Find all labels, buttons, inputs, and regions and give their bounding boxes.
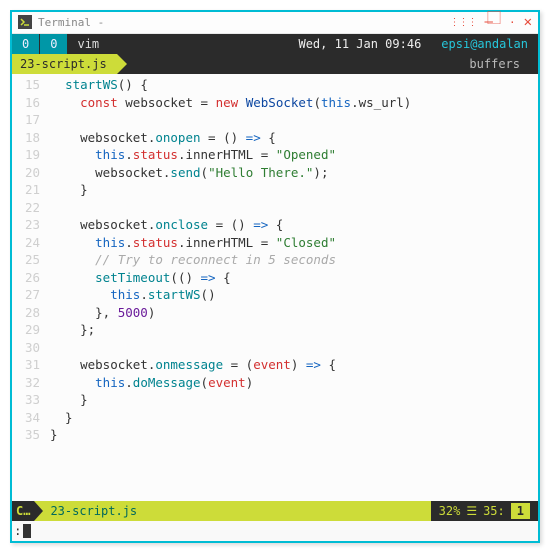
code-content[interactable]: this.startWS()	[50, 286, 538, 304]
code-line[interactable]: 23 websocket.onclose = () => {	[12, 216, 538, 234]
code-line[interactable]: 34 }	[12, 409, 538, 427]
code-content[interactable]	[50, 339, 538, 357]
titlebar: Terminal - ⋮⋮⋮ — ⃞ · ✕	[12, 12, 538, 34]
line-number: 29	[12, 321, 50, 339]
line-number: 17	[12, 111, 50, 129]
tab-buffers[interactable]: buffers	[117, 54, 538, 74]
status-percent: 32%	[439, 503, 461, 520]
vim-tabbar: 23-script.js buffers	[12, 54, 538, 74]
status-col: 1	[511, 503, 530, 520]
line-number: 31	[12, 356, 50, 374]
line-number: 32	[12, 374, 50, 392]
code-line[interactable]: 16 const websocket = new WebSocket(this.…	[12, 94, 538, 112]
code-content[interactable]: }	[50, 391, 538, 409]
code-line[interactable]: 35}	[12, 426, 538, 444]
terminal-window: Terminal - ⋮⋮⋮ — ⃞ · ✕ 0 0 vim Wed, 11 J…	[10, 10, 540, 543]
code-content[interactable]: this.status.innerHTML = "Opened"	[50, 146, 538, 164]
mode-indicator: C…	[12, 501, 34, 521]
code-content[interactable]: this.status.innerHTML = "Closed"	[50, 234, 538, 252]
code-line[interactable]: 31 websocket.onmessage = (event) => {	[12, 356, 538, 374]
code-content[interactable]: };	[50, 321, 538, 339]
code-line[interactable]: 20 websocket.send("Hello There.");	[12, 164, 538, 182]
line-number: 18	[12, 129, 50, 147]
datetime: Wed, 11 Jan 09:46	[288, 34, 431, 54]
line-number: 27	[12, 286, 50, 304]
line-number: 16	[12, 94, 50, 112]
code-line[interactable]: 26 setTimeout(() => {	[12, 269, 538, 287]
line-number: 22	[12, 199, 50, 217]
window-controls: ⋮⋮⋮ — ⃞ · ✕	[450, 13, 533, 33]
code-line[interactable]: 18 websocket.onopen = () => {	[12, 129, 538, 147]
line-number: 15	[12, 76, 50, 94]
code-line[interactable]: 27 this.startWS()	[12, 286, 538, 304]
code-content[interactable]: }	[50, 409, 538, 427]
code-content[interactable]: // Try to reconnect in 5 seconds	[50, 251, 538, 269]
window-dots-icon: ⋮⋮⋮	[450, 16, 477, 30]
code-line[interactable]: 30	[12, 339, 538, 357]
status-line: 35:	[483, 503, 505, 520]
code-line[interactable]: 17	[12, 111, 538, 129]
minimize-button[interactable]: —	[485, 13, 493, 33]
code-content[interactable]: startWS() {	[50, 76, 538, 94]
code-content[interactable]	[50, 111, 538, 129]
status-position: 32% ☰ 35: 1	[431, 501, 538, 521]
code-line[interactable]: 22	[12, 199, 538, 217]
lines-icon: ☰	[466, 503, 477, 520]
line-number: 34	[12, 409, 50, 427]
code-content[interactable]: }, 5000)	[50, 304, 538, 322]
line-number: 21	[12, 181, 50, 199]
code-line[interactable]: 29 };	[12, 321, 538, 339]
line-number: 23	[12, 216, 50, 234]
session-number[interactable]: 0	[12, 34, 39, 54]
code-line[interactable]: 32 this.doMessage(event)	[12, 374, 538, 392]
command-line[interactable]: :	[12, 521, 538, 541]
code-line[interactable]: 15 startWS() {	[12, 76, 538, 94]
code-content[interactable]: }	[50, 181, 538, 199]
code-line[interactable]: 19 this.status.innerHTML = "Opened"	[12, 146, 538, 164]
line-number: 26	[12, 269, 50, 287]
titlebar-left: Terminal -	[18, 15, 104, 30]
code-content[interactable]: }	[50, 426, 538, 444]
code-content[interactable]	[50, 199, 538, 217]
window-number[interactable]: 0	[40, 34, 67, 54]
code-content[interactable]: setTimeout(() => {	[50, 269, 538, 287]
line-number: 19	[12, 146, 50, 164]
line-number: 35	[12, 426, 50, 444]
line-number: 25	[12, 251, 50, 269]
code-line[interactable]: 25 // Try to reconnect in 5 seconds	[12, 251, 538, 269]
line-number: 33	[12, 391, 50, 409]
window-title: Terminal -	[38, 15, 104, 30]
line-number: 24	[12, 234, 50, 252]
vim-statusbar: C… 23-script.js 32% ☰ 35: 1	[12, 501, 538, 521]
cmd-prompt: :	[14, 522, 22, 540]
user-host: epsi@andalan	[431, 34, 538, 54]
code-line[interactable]: 21 }	[12, 181, 538, 199]
code-line[interactable]: 24 this.status.innerHTML = "Closed"	[12, 234, 538, 252]
line-number: 30	[12, 339, 50, 357]
code-content[interactable]: websocket.onopen = () => {	[50, 129, 538, 147]
code-line[interactable]: 28 }, 5000)	[12, 304, 538, 322]
code-content[interactable]: this.doMessage(event)	[50, 374, 538, 392]
code-editor[interactable]: 15 startWS() {16 const websocket = new W…	[12, 74, 538, 501]
tmux-statusbar: 0 0 vim Wed, 11 Jan 09:46 epsi@andalan	[12, 34, 538, 54]
close-button[interactable]: ✕	[524, 13, 532, 33]
line-number: 20	[12, 164, 50, 182]
line-number: 28	[12, 304, 50, 322]
terminal-app-icon[interactable]	[18, 15, 32, 29]
code-content[interactable]: websocket.send("Hello There.");	[50, 164, 538, 182]
tab-active[interactable]: 23-script.js	[12, 54, 117, 74]
cursor-icon	[23, 524, 31, 538]
app-name: vim	[67, 34, 109, 54]
status-filename: 23-script.js	[34, 501, 137, 521]
code-content[interactable]: websocket.onclose = () => {	[50, 216, 538, 234]
code-content[interactable]: websocket.onmessage = (event) => {	[50, 356, 538, 374]
code-content[interactable]: const websocket = new WebSocket(this.ws_…	[50, 94, 538, 112]
separator-icon: ·	[509, 15, 516, 30]
code-line[interactable]: 33 }	[12, 391, 538, 409]
